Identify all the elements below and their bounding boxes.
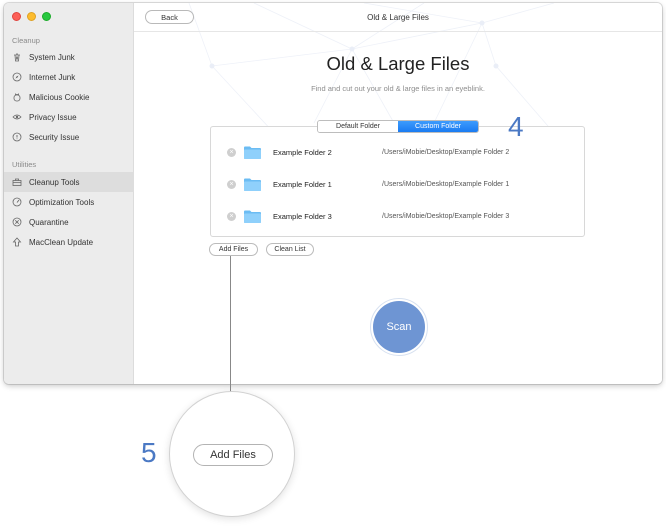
folder-name: Example Folder 1 <box>273 179 332 189</box>
sidebar-item-label: Security Issue <box>29 132 80 142</box>
sidebar-item-label: Optimization Tools <box>29 197 95 207</box>
eye-icon <box>12 112 22 122</box>
window-title: Old & Large Files <box>367 13 429 22</box>
magnifier-callout: Add Files <box>169 391 295 517</box>
shield-icon <box>12 132 22 142</box>
callout-leader-line <box>230 256 231 393</box>
sidebar-item-label: System Junk <box>29 52 75 62</box>
folder-name: Example Folder 3 <box>273 211 332 221</box>
title-bar: Back Old & Large Files <box>134 3 662 32</box>
list-item[interactable]: × Example Folder 1 /Users/iMobie/Desktop… <box>211 174 584 194</box>
compass-icon <box>12 72 22 82</box>
sidebar-item-optimization-tools[interactable]: Optimization Tools <box>4 192 134 212</box>
folder-name: Example Folder 2 <box>273 147 332 157</box>
remove-icon[interactable]: × <box>227 179 236 189</box>
gauge-icon <box>12 197 22 207</box>
folder-path: /Users/iMobie/Desktop/Example Folder 2 <box>382 148 510 156</box>
sidebar-item-label: Internet Junk <box>29 72 76 82</box>
window-controls <box>12 12 51 21</box>
folder-path: /Users/iMobie/Desktop/Example Folder 1 <box>382 180 510 188</box>
scan-button[interactable]: Scan <box>373 301 425 353</box>
page-title: Old & Large Files <box>326 53 470 74</box>
sidebar-item-cleanup-tools[interactable]: Cleanup Tools <box>4 172 134 192</box>
folder-icon <box>244 146 261 159</box>
remove-icon[interactable]: × <box>227 211 236 221</box>
sidebar-item-label: MacClean Update <box>29 237 94 247</box>
trash-icon <box>12 52 22 62</box>
sidebar-item-label: Privacy Issue <box>29 112 77 122</box>
sidebar-section-cleanup: Cleanup <box>12 36 40 45</box>
sidebar-item-macclean-update[interactable]: MacClean Update <box>4 232 134 252</box>
sidebar-section-utilities: Utilities <box>12 160 37 169</box>
step-5-callout: 5 <box>141 437 157 468</box>
minimize-window-button[interactable] <box>27 12 36 21</box>
sidebar-item-privacy-issue[interactable]: Privacy Issue <box>4 107 134 127</box>
page-subtitle: Find and cut out your old & large files … <box>311 84 485 93</box>
clean-list-button[interactable]: Clean List <box>266 243 314 256</box>
list-item[interactable]: × Example Folder 3 /Users/iMobie/Desktop… <box>211 206 584 226</box>
zoom-window-button[interactable] <box>42 12 51 21</box>
close-window-button[interactable] <box>12 12 21 21</box>
list-item[interactable]: × Example Folder 2 /Users/iMobie/Desktop… <box>211 142 584 162</box>
sidebar-item-label: Quarantine <box>29 217 69 227</box>
folder-list: × Example Folder 2 /Users/iMobie/Desktop… <box>210 126 585 237</box>
tab-default-folder[interactable]: Default Folder <box>318 121 398 132</box>
sidebar-item-security-issue[interactable]: Security Issue <box>4 127 134 147</box>
toolbox-icon <box>12 177 22 187</box>
folder-path: /Users/iMobie/Desktop/Example Folder 3 <box>382 212 510 220</box>
scan-button-ring: Scan <box>370 298 428 356</box>
sidebar-item-system-junk[interactable]: System Junk <box>4 47 134 67</box>
folder-icon <box>244 178 261 191</box>
folder-icon <box>244 210 261 223</box>
remove-icon[interactable]: × <box>227 147 236 157</box>
sidebar-item-quarantine[interactable]: Quarantine <box>4 212 134 232</box>
sidebar-item-label: Malicious Cookie <box>29 92 90 102</box>
sidebar-item-label: Cleanup Tools <box>29 177 80 187</box>
app-window: Cleanup System Junk Internet Junk Malici… <box>4 3 662 384</box>
folder-tabs: Default Folder Custom Folder <box>317 120 479 133</box>
quarantine-icon <box>12 217 22 227</box>
sidebar-item-internet-junk[interactable]: Internet Junk <box>4 67 134 87</box>
sidebar-item-malicious-cookie[interactable]: Malicious Cookie <box>4 87 134 107</box>
step-4-callout: 4 <box>508 111 524 142</box>
magnified-add-files-button: Add Files <box>193 444 273 466</box>
cookie-icon <box>12 92 22 102</box>
update-arrow-icon <box>12 237 22 247</box>
main-content: Back Old & Large Files Old & Large Files… <box>134 3 662 384</box>
add-files-button[interactable]: Add Files <box>209 243 258 256</box>
sidebar: Cleanup System Junk Internet Junk Malici… <box>4 3 134 384</box>
tab-custom-folder[interactable]: Custom Folder <box>398 121 478 132</box>
